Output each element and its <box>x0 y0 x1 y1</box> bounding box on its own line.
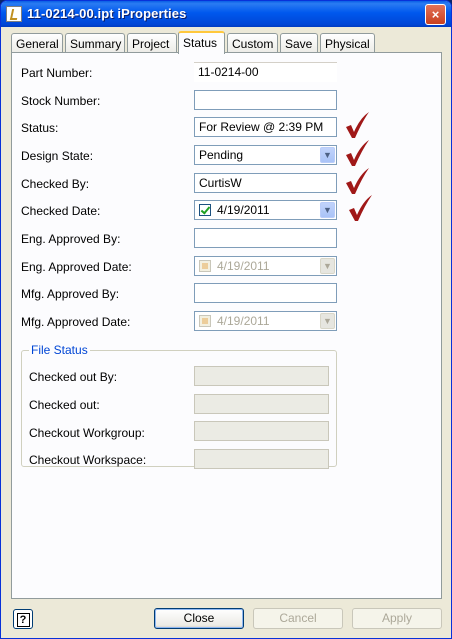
status-tab-panel: Part Number: 11-0214-00 Stock Number: St… <box>11 52 442 599</box>
help-button[interactable]: ? <box>13 609 33 629</box>
eng-approved-date-label: Eng. Approved Date: <box>21 260 132 274</box>
eng-approved-date-value: 4/19/2011 <box>217 259 270 273</box>
design-state-value: Pending <box>199 148 244 162</box>
dialog-button-bar: ? Close Cancel Apply <box>1 599 451 638</box>
part-number-label: Part Number: <box>21 66 93 80</box>
tab-summary[interactable]: Summary <box>65 33 125 53</box>
eng-approved-date-dropdown-icon[interactable]: ▼ <box>320 258 335 274</box>
design-state-label: Design State: <box>21 149 94 163</box>
checkout-workspace-field <box>194 449 329 469</box>
mfg-approved-date-dropdown-icon[interactable]: ▼ <box>320 313 335 329</box>
eng-approved-by-field[interactable] <box>194 228 337 248</box>
checked-date-value: 4/19/2011 <box>217 203 270 217</box>
review-checkmark-icon <box>346 168 369 194</box>
tab-general[interactable]: General <box>11 33 63 53</box>
review-checkmark-icon <box>349 195 372 221</box>
help-icon: ? <box>16 613 30 627</box>
mfg-approved-by-field[interactable] <box>194 283 337 303</box>
cancel-button[interactable]: Cancel <box>253 608 343 629</box>
checked-out-by-field <box>194 366 329 386</box>
checked-date-picker[interactable]: 4/19/2011 ▼ <box>194 200 337 220</box>
close-button[interactable]: Close <box>154 608 244 629</box>
review-checkmark-icon <box>346 140 369 166</box>
title-bar[interactable]: 11-0214-00.ipt iProperties × <box>1 1 451 27</box>
checked-date-checkbox[interactable] <box>199 204 211 216</box>
tab-physical[interactable]: Physical <box>320 33 375 53</box>
window-title: 11-0214-00.ipt iProperties <box>27 6 187 21</box>
checkout-workspace-label: Checkout Workspace: <box>29 453 147 467</box>
checked-date-dropdown-icon[interactable]: ▼ <box>320 202 335 218</box>
iproperties-window: 11-0214-00.ipt iProperties × General Sum… <box>0 0 452 639</box>
design-state-select[interactable]: Pending ▼ <box>194 145 337 165</box>
part-number-field[interactable]: 11-0214-00 <box>194 62 337 82</box>
app-icon <box>6 6 22 22</box>
mfg-approved-date-label: Mfg. Approved Date: <box>21 315 131 329</box>
checked-by-label: Checked By: <box>21 177 90 191</box>
checkout-workgroup-field <box>194 421 329 441</box>
checked-by-field[interactable]: CurtisW <box>194 173 337 193</box>
eng-approved-by-label: Eng. Approved By: <box>21 232 121 246</box>
checked-out-label: Checked out: <box>29 398 100 412</box>
checkout-workgroup-label: Checkout Workgroup: <box>29 426 145 440</box>
mfg-approved-date-value: 4/19/2011 <box>217 314 270 328</box>
tab-status[interactable]: Status <box>178 31 225 54</box>
checked-out-field <box>194 394 329 414</box>
tab-save[interactable]: Save <box>280 33 318 53</box>
tab-project[interactable]: Project <box>127 33 177 53</box>
mfg-approved-date-picker[interactable]: 4/19/2011 ▼ <box>194 311 337 331</box>
eng-approved-date-picker[interactable]: 4/19/2011 ▼ <box>194 256 337 276</box>
file-status-title: File Status <box>29 343 90 357</box>
design-state-dropdown-icon[interactable]: ▼ <box>320 147 335 163</box>
tab-custom[interactable]: Custom <box>227 33 278 53</box>
review-checkmark-icon <box>346 112 369 138</box>
mfg-approved-date-checkbox[interactable] <box>199 315 211 327</box>
checked-out-by-label: Checked out By: <box>29 370 118 384</box>
file-status-group: File Status Checked out By: Checked out:… <box>21 343 337 469</box>
status-field[interactable]: For Review @ 2:39 PM <box>194 117 337 137</box>
status-label: Status: <box>21 121 59 135</box>
eng-approved-date-checkbox[interactable] <box>199 260 211 272</box>
stock-number-field[interactable] <box>194 90 337 110</box>
apply-button[interactable]: Apply <box>352 608 442 629</box>
checked-date-label: Checked Date: <box>21 204 101 218</box>
tab-strip: General Summary Project Status Custom Sa… <box>11 31 441 54</box>
stock-number-label: Stock Number: <box>21 94 101 108</box>
window-close-button[interactable]: × <box>425 4 446 25</box>
mfg-approved-by-label: Mfg. Approved By: <box>21 287 120 301</box>
